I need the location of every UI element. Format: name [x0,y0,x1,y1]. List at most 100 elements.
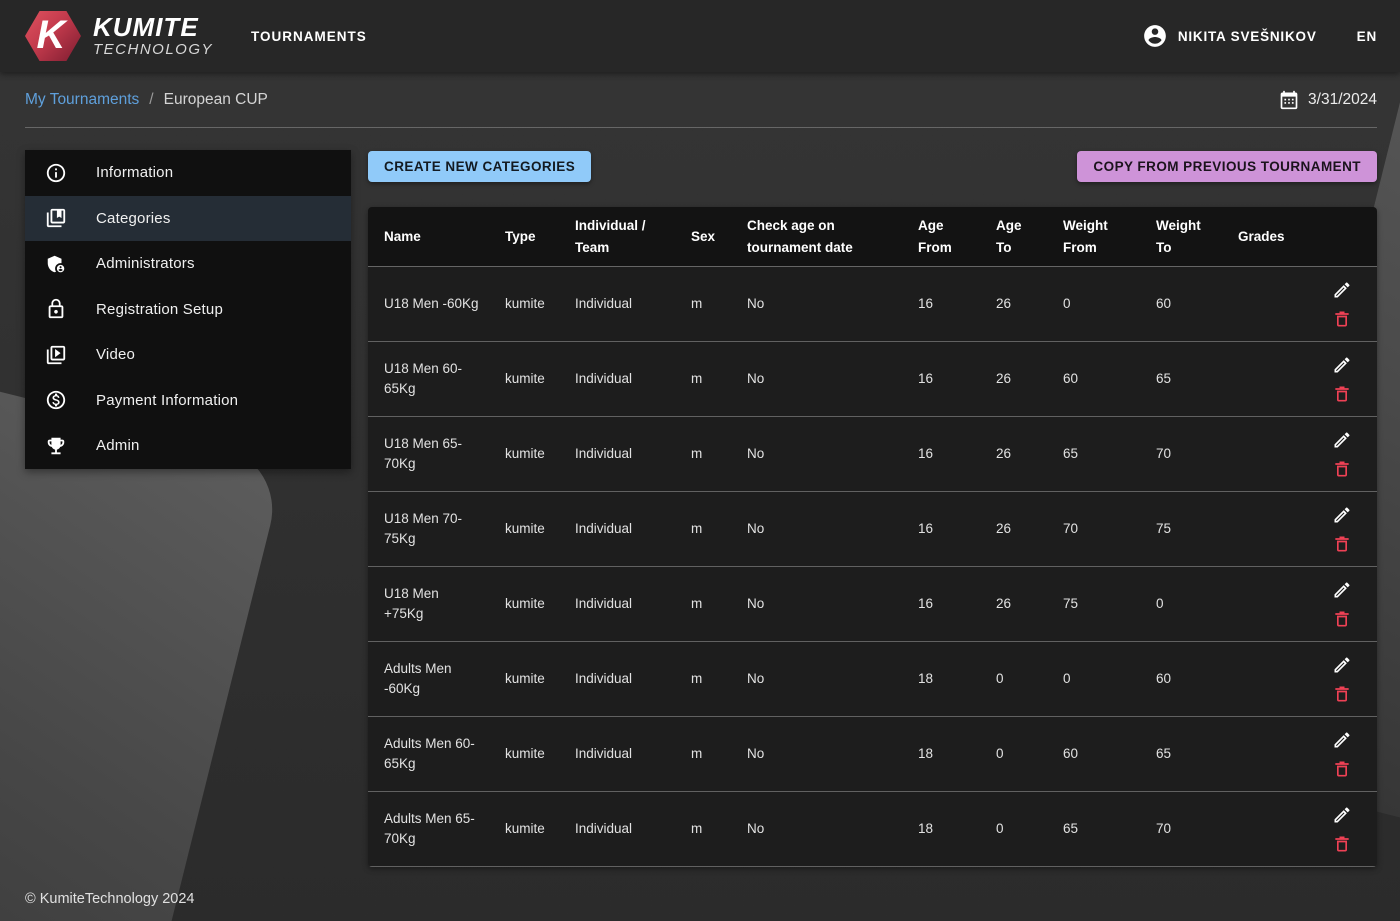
cell-weight-from: 75 [1047,567,1140,642]
cell-name: Adults Men -60Kg [368,642,489,717]
cell-sex: m [675,342,731,417]
cell-grades [1222,417,1299,492]
column-header: Weight To [1140,207,1222,267]
sidebar-item-admin[interactable]: Admin [25,423,351,469]
sidebar-item-information[interactable]: Information [25,150,351,196]
category-row: Adults Men 60-65Kg kumite Individual m N… [368,717,1377,792]
delete-category-button[interactable] [1332,759,1352,779]
cell-grades [1222,717,1299,792]
breadcrumb-current: European CUP [164,91,268,109]
cell-age-to: 26 [980,567,1047,642]
tournament-date: 3/31/2024 [1279,90,1377,110]
cell-actions [1299,567,1377,642]
sidebar-item-video[interactable]: Video [25,332,351,378]
sidebar-item-label: Categories [96,210,171,227]
column-header: Age To [980,207,1047,267]
cell-weight-to: 70 [1140,417,1222,492]
nav-tournaments[interactable]: TOURNAMENTS [251,29,367,44]
edit-category-button[interactable] [1332,355,1352,375]
main-content: CREATE NEW CATEGORIES COPY FROM PREVIOUS… [368,151,1377,867]
table-header-row: NameTypeIndividual / TeamSexCheck age on… [368,207,1377,267]
user-menu[interactable]: NIKITA SVEŠNIKOV [1142,23,1317,49]
sidebar-item-payment-information[interactable]: Payment Information [25,378,351,424]
cell-weight-from: 0 [1047,267,1140,342]
delete-category-button[interactable] [1332,384,1352,404]
delete-category-button[interactable] [1332,534,1352,554]
delete-category-button[interactable] [1332,834,1352,854]
payment-icon [44,388,68,412]
edit-category-button[interactable] [1332,280,1352,300]
cell-check-age: No [731,792,902,867]
brand-logo[interactable]: K KUMITE TECHNOLOGY [25,11,213,61]
cell-type: kumite [489,717,559,792]
cell-type: kumite [489,567,559,642]
cell-individual-team: Individual [559,792,675,867]
cell-sex: m [675,567,731,642]
cell-age-to: 0 [980,717,1047,792]
cell-age-from: 16 [902,267,980,342]
lock-icon [44,297,68,321]
create-new-categories-button[interactable]: CREATE NEW CATEGORIES [368,151,591,182]
cell-weight-from: 70 [1047,492,1140,567]
edit-category-button[interactable] [1332,730,1352,750]
cell-weight-from: 65 [1047,792,1140,867]
cell-age-from: 16 [902,342,980,417]
brand-letter: K [37,15,66,55]
cell-check-age: No [731,567,902,642]
breadcrumb-link-my-tournaments[interactable]: My Tournaments [25,91,139,109]
cell-type: kumite [489,267,559,342]
sidebar-item-label: Payment Information [96,392,238,409]
delete-category-button[interactable] [1332,609,1352,629]
copy-from-previous-tournament-button[interactable]: COPY FROM PREVIOUS TOURNAMENT [1077,151,1377,182]
categories-table: NameTypeIndividual / TeamSexCheck age on… [368,207,1377,867]
cell-actions [1299,792,1377,867]
column-header: Individual / Team [559,207,675,267]
cell-actions [1299,267,1377,342]
category-row: Adults Men 65-70Kg kumite Individual m N… [368,792,1377,867]
cell-weight-to: 60 [1140,267,1222,342]
sidebar-item-label: Registration Setup [96,301,223,318]
cell-weight-to: 65 [1140,342,1222,417]
cell-sex: m [675,717,731,792]
user-avatar-icon [1142,23,1168,49]
cell-weight-to: 75 [1140,492,1222,567]
cell-grades [1222,492,1299,567]
edit-category-button[interactable] [1332,505,1352,525]
delete-category-button[interactable] [1332,459,1352,479]
cell-actions [1299,417,1377,492]
sidebar-item-administrators[interactable]: Administrators [25,241,351,287]
sidebar-item-registration-setup[interactable]: Registration Setup [25,287,351,333]
cell-name: U18 Men 65-70Kg [368,417,489,492]
column-header: Weight From [1047,207,1140,267]
cell-age-to: 26 [980,417,1047,492]
brand-hexagon-icon: K [25,11,81,61]
language-selector[interactable]: EN [1357,29,1377,44]
cell-weight-to: 0 [1140,567,1222,642]
category-row: U18 Men 70-75Kg kumite Individual m No 1… [368,492,1377,567]
cell-check-age: No [731,417,902,492]
cell-age-to: 0 [980,792,1047,867]
edit-category-button[interactable] [1332,430,1352,450]
edit-category-button[interactable] [1332,655,1352,675]
cell-age-from: 16 [902,417,980,492]
edit-category-button[interactable] [1332,580,1352,600]
cell-individual-team: Individual [559,642,675,717]
cell-age-to: 26 [980,492,1047,567]
delete-category-button[interactable] [1332,309,1352,329]
column-header: Check age on tournament date [731,207,902,267]
cell-weight-to: 70 [1140,792,1222,867]
cell-weight-from: 60 [1047,342,1140,417]
category-row: U18 Men -60Kg kumite Individual m No 16 … [368,267,1377,342]
edit-category-button[interactable] [1332,805,1352,825]
sidebar-item-categories[interactable]: Categories [25,196,351,242]
delete-category-button[interactable] [1332,684,1352,704]
cell-individual-team: Individual [559,492,675,567]
cell-check-age: No [731,492,902,567]
cell-weight-from: 60 [1047,717,1140,792]
cell-check-age: No [731,717,902,792]
cell-age-from: 18 [902,717,980,792]
cell-name: Adults Men 60-65Kg [368,717,489,792]
cell-grades [1222,267,1299,342]
cell-weight-from: 65 [1047,417,1140,492]
cell-weight-from: 0 [1047,642,1140,717]
